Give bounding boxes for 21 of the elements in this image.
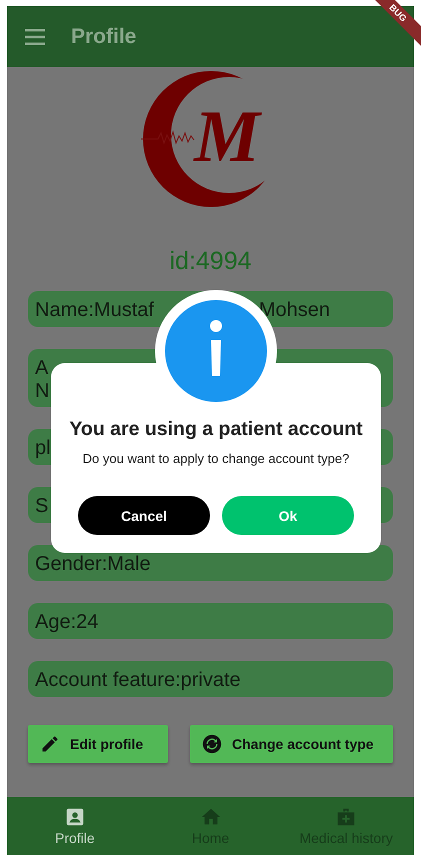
dialog-title: You are using a patient account — [69, 418, 363, 441]
pencil-icon — [40, 734, 60, 754]
field-text: Mohsen — [258, 299, 330, 323]
field-text: Account feature:private — [35, 669, 241, 692]
dialog-message: Do you want to apply to change account type? — [82, 451, 350, 466]
sync-icon — [202, 734, 222, 754]
field-text: Name:Mustaf — [35, 299, 154, 322]
field-text: pl — [35, 437, 51, 460]
cancel-button[interactable]: Cancel — [78, 496, 210, 535]
nav-tab[interactable]: Profile — [7, 797, 143, 855]
field-text: Gender:Male — [35, 553, 151, 576]
page-title: Profile — [71, 24, 136, 48]
field-text: N — [35, 380, 50, 403]
field-text: A — [35, 357, 50, 380]
user-id: id:4994 — [169, 247, 252, 276]
menu-icon[interactable] — [25, 28, 45, 44]
change-account-type-button[interactable]: Change account type — [190, 725, 393, 763]
field-text: Age:24 — [35, 611, 98, 634]
edit-profile-button[interactable]: Edit profile — [28, 725, 168, 763]
medical-kit-icon — [335, 806, 358, 828]
field-text: S — [35, 495, 48, 518]
